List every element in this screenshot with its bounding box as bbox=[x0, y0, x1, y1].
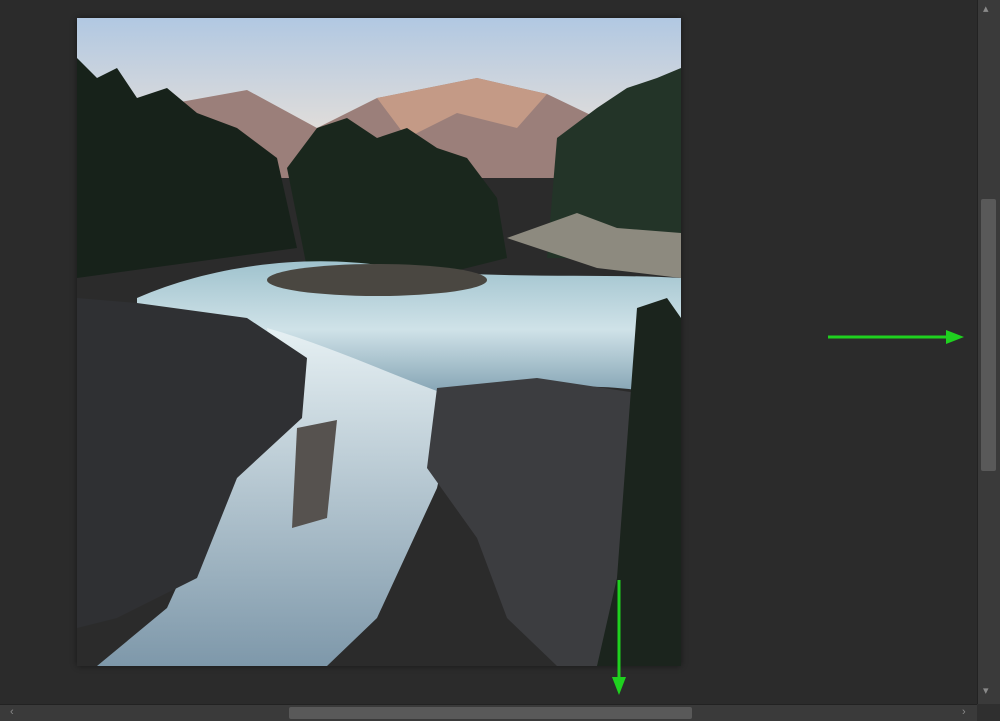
scroll-up-icon[interactable]: ▴ bbox=[983, 4, 989, 15]
scroll-left-icon[interactable]: ‹ bbox=[10, 707, 14, 718]
vertical-scrollbar[interactable]: ▴ ▾ bbox=[977, 0, 1000, 704]
scrollbar-corner bbox=[977, 704, 1000, 721]
photo-artwork bbox=[77, 18, 681, 666]
horizontal-scroll-thumb[interactable] bbox=[289, 707, 692, 719]
scroll-down-icon[interactable]: ▾ bbox=[983, 686, 989, 697]
vertical-scroll-thumb[interactable] bbox=[981, 199, 996, 471]
horizontal-scrollbar[interactable]: ‹ › bbox=[0, 704, 977, 721]
scroll-right-icon[interactable]: › bbox=[962, 707, 966, 718]
landscape-photo[interactable] bbox=[77, 18, 681, 666]
document-canvas[interactable] bbox=[0, 0, 977, 704]
